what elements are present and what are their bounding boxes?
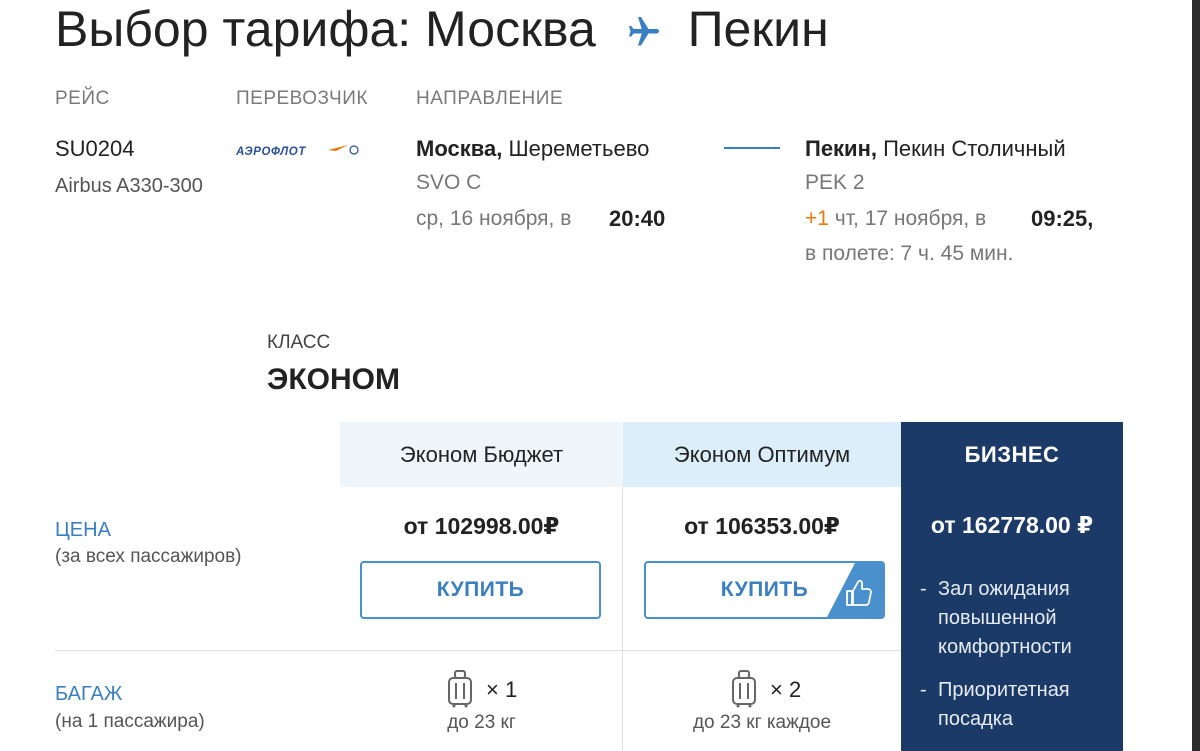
- price-business: от 162778.00 ₽: [930, 512, 1094, 538]
- page-title: Выбор тарифа: Москва Пекин: [55, 0, 829, 62]
- baggage-note-budget: до 23 кг: [447, 712, 516, 733]
- title-from: Выбор тарифа: Москва: [55, 1, 596, 57]
- title-to: Пекин: [687, 1, 829, 57]
- aeroflot-logo: АЭРОФЛОТ: [235, 140, 361, 162]
- luggage-icon: [446, 670, 474, 713]
- aircraft-model: Airbus A330-300: [55, 175, 203, 197]
- fare-header-optimum[interactable]: Эконом Оптимум: [623, 422, 901, 487]
- window-edge: [1192, 0, 1200, 751]
- baggage-count-budget: × 1: [486, 677, 518, 702]
- class-value: ЭКОНОМ: [267, 363, 400, 396]
- baggage-row-label: БАГАЖ: [55, 683, 123, 705]
- svg-text:АЭРОФЛОТ: АЭРОФЛОТ: [236, 146, 306, 158]
- arrival-city: Пекин,: [805, 136, 877, 161]
- plane-icon: [624, 4, 664, 62]
- baggage-row-sub: (на 1 пассажира): [55, 711, 205, 732]
- buy-button-label: КУПИТЬ: [720, 578, 809, 601]
- baggage-note-optimum: до 23 кг каждое: [692, 712, 832, 733]
- departure-date: ср, 16 ноября, в: [416, 207, 572, 230]
- departure-place: Москва, Шереметьево: [416, 136, 649, 162]
- price-optimum: от 106353.00₽: [684, 513, 840, 539]
- luggage-icon: [730, 670, 758, 713]
- departure-code: SVO C: [416, 171, 482, 194]
- direction-label: НАПРАВЛЕНИЕ: [416, 88, 564, 109]
- class-label: КЛАСС: [267, 332, 331, 353]
- arrival-code: PEK 2: [805, 171, 865, 194]
- flight-duration: в полете: 7 ч. 45 мин.: [805, 242, 1014, 265]
- flight-number: SU0204: [55, 136, 135, 161]
- thumbs-up-icon: [827, 563, 883, 617]
- arrival-airport: Пекин Столичный: [883, 136, 1066, 161]
- flight-label: РЕЙС: [55, 88, 110, 109]
- departure-city: Москва,: [416, 136, 503, 161]
- business-feature-boarding: - Приоритетная посадка: [920, 679, 1070, 730]
- day-offset-badge: +1: [805, 207, 829, 230]
- price-row-label: ЦЕНА: [55, 519, 111, 541]
- buy-button-budget[interactable]: КУПИТЬ: [360, 561, 601, 619]
- route-line: [724, 147, 780, 149]
- arrival-time: 09:25,: [1031, 206, 1094, 231]
- arrival-place: Пекин, Пекин Столичный: [805, 136, 1066, 162]
- buy-button-optimum[interactable]: КУПИТЬ: [644, 561, 885, 619]
- fare-header-budget[interactable]: Эконом Бюджет: [340, 422, 623, 487]
- arrival-date-line: +1 чт, 17 ноября, в: [805, 207, 986, 231]
- row-divider: [55, 650, 901, 651]
- price-row-sub: (за всех пассажиров): [55, 546, 242, 567]
- carrier-label: ПЕРЕВОЗЧИК: [236, 88, 368, 109]
- departure-airport: Шереметьево: [508, 136, 650, 161]
- baggage-count-optimum: × 2: [770, 677, 802, 702]
- fare-header-business[interactable]: БИЗНЕС: [901, 422, 1123, 487]
- business-feature-lounge: - Зал ожидания повышенной комфортности: [920, 578, 1072, 658]
- arrival-date: чт, 17 ноября, в: [834, 207, 987, 230]
- price-budget: от 102998.00₽: [403, 513, 560, 539]
- departure-time: 20:40: [609, 206, 666, 231]
- buy-button-label: КУПИТЬ: [436, 578, 525, 601]
